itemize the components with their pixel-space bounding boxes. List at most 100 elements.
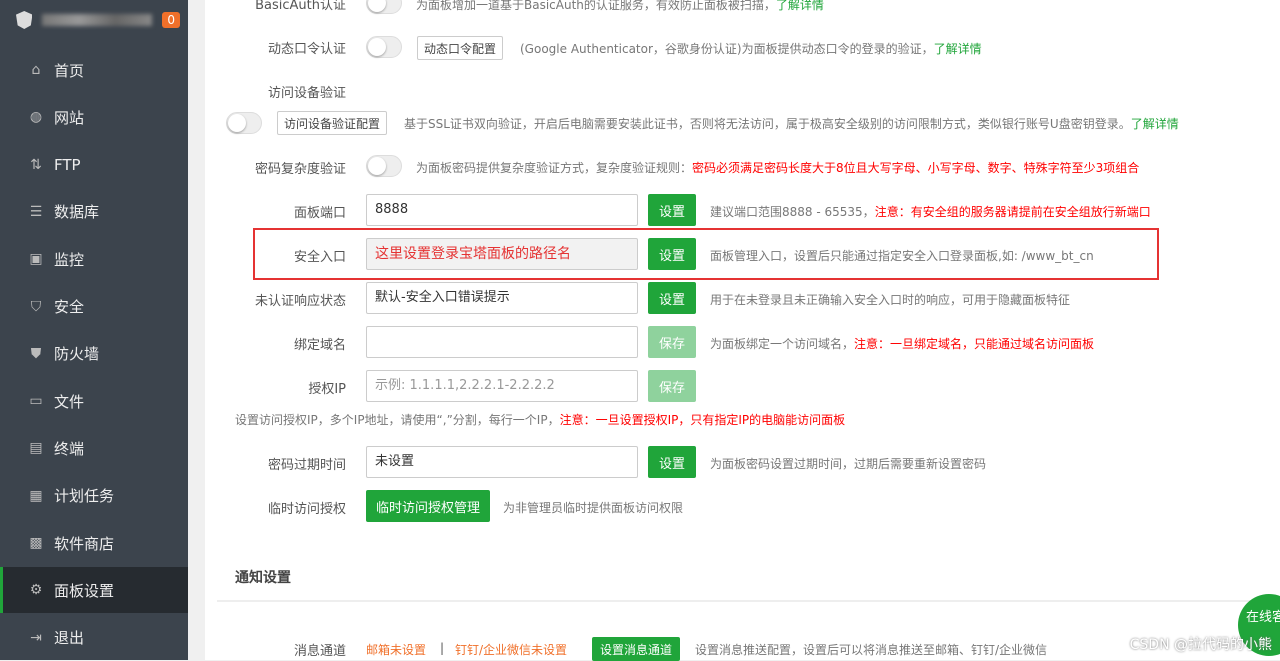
domain-save-button[interactable]: 保存 <box>648 326 696 358</box>
desc-text: 建议端口范围8888 - 65535， <box>710 205 875 219</box>
ip-save-button[interactable]: 保存 <box>648 370 696 402</box>
domain-label: 绑定域名 <box>293 338 346 353</box>
desc-text: (Google Authenticator，谷歌身份认证)为面板提供动态口令的登… <box>520 42 934 56</box>
sidebar-item-9[interactable]: ▦ 计划任务 <box>0 473 188 519</box>
temp-desc: 为非管理员临时提供面板访问权限 <box>503 501 684 515</box>
sidebar-item-label: 数据库 <box>54 203 100 222</box>
notify-desc: 设置消息推送配置，设置后可以将消息推送至邮箱、钉钉/企业微信 <box>695 643 1048 657</box>
sidebar-item-11[interactable]: ⚙ 面板设置 <box>0 567 188 614</box>
sidebar-item-1[interactable]: ◍ 网站 <box>0 94 188 140</box>
folder-icon: ▭ <box>29 393 43 410</box>
separator: | <box>440 641 445 655</box>
unauth-label: 未认证响应状态 <box>254 294 346 309</box>
notify-channel-label: 消息通道 <box>293 644 346 659</box>
expire-set-button[interactable]: 设置 <box>648 446 696 478</box>
unauth-select[interactable]: 默认-安全入口错误提示 <box>366 282 638 314</box>
email-status-link[interactable]: 邮箱未设置 <box>366 641 426 658</box>
ip-warning: 注意：一旦设置授权IP，只有指定IP的电脑能访问面板 <box>559 413 846 427</box>
device-learn-more-link[interactable]: 了解详情 <box>1131 117 1179 131</box>
sidebar-item-6[interactable]: ⛊ 防火墙 <box>0 331 188 377</box>
totp-config-button[interactable]: 动态口令配置 <box>417 36 504 60</box>
notification-badge[interactable]: 0 <box>162 12 180 28</box>
basicauth-label: BasicAuth认证 <box>255 0 346 13</box>
device-label: 访问设备验证 <box>267 86 346 101</box>
sidebar: 0 ⌂ 首页 ◍ 网站 ⇅ FTP ☰ 数据库 ▣ 监控 ⛉ 安全 ⛊ 防火墙 ▭ 文件 ▤ 终端 ▦ 计划任务 ▩ 软件… <box>0 0 188 660</box>
ip-note: 设置访问授权IP，多个IP地址，请使用“,”分割，每行一个IP，注意：一旦设置授… <box>235 411 845 428</box>
basicauth-learn-more-link[interactable]: 了解详情 <box>776 0 824 12</box>
complexity-desc: 为面板密码提供复杂度验证方式，复杂度验证规则：密码必须满足密码长度大于8位且大写… <box>416 159 1139 176</box>
device-toggle[interactable] <box>226 112 262 134</box>
temp-auth-manage-button[interactable]: 临时访问授权管理 <box>366 490 490 522</box>
set-notify-channel-button[interactable]: 设置消息通道 <box>592 637 680 661</box>
sidebar-item-label: 监控 <box>54 250 85 269</box>
sidebar-item-label: 防火墙 <box>54 345 100 364</box>
expire-input[interactable]: 未设置 <box>366 446 638 478</box>
sidebar-item-4[interactable]: ▣ 监控 <box>0 236 188 282</box>
server-name-blurred <box>42 14 153 26</box>
terminal-icon: ▤ <box>29 440 43 457</box>
section-divider <box>217 600 1280 602</box>
sidebar-item-label: 网站 <box>54 108 85 127</box>
ip-input[interactable]: 示例: 1.1.1.1,2.2.2.1-2.2.2.2 <box>366 370 638 402</box>
dingtalk-status-link[interactable]: 钉钉/企业微信未设置 <box>455 641 567 658</box>
sidebar-item-12[interactable]: ⇥ 退出 <box>0 615 188 661</box>
sidebar-item-label: 安全 <box>54 298 85 316</box>
watermark: CSDN @拉代码的小熊 <box>1129 637 1272 653</box>
gear-icon: ⚙ <box>29 582 43 599</box>
sidebar-item-10[interactable]: ▩ 软件商店 <box>0 520 188 566</box>
port-set-button[interactable]: 设置 <box>648 194 696 226</box>
sidebar-item-5[interactable]: ⛉ 安全 <box>0 284 188 330</box>
sidebar-item-8[interactable]: ▤ 终端 <box>0 425 188 471</box>
entry-input[interactable]: 这里设置登录宝塔面板的路径名 <box>366 238 638 270</box>
totp-learn-more-link[interactable]: 了解详情 <box>934 42 982 56</box>
home-icon: ⌂ <box>31 62 41 78</box>
desc-text: 为面板绑定一个访问域名， <box>710 337 855 351</box>
sidebar-item-label: 终端 <box>54 439 85 458</box>
totp-label: 动态口令认证 <box>267 42 346 57</box>
desc-text: 基于SSL证书双向验证，开启后电脑需要安装此证书，否则将无法访问，属于极高安全级… <box>404 117 1131 131</box>
apps-icon: ▩ <box>29 535 43 551</box>
logo-icon <box>16 11 33 29</box>
unauth-set-button[interactable]: 设置 <box>648 282 696 314</box>
expire-desc: 为面板密码设置过期时间，过期后需要重新设置密码 <box>710 457 987 471</box>
sidebar-header: 0 <box>0 0 188 40</box>
domain-warning: 注意：一旦绑定域名，只能通过域名访问面板 <box>854 337 1095 351</box>
complexity-warning: 密码必须满足密码长度大于8位且大写字母、小写字母、数字、特殊字符至少3项组合 <box>692 161 1140 175</box>
sidebar-item-label: 软件商店 <box>54 534 115 553</box>
globe-icon: ◍ <box>29 109 43 126</box>
sidebar-item-2[interactable]: ⇅ FTP <box>0 142 188 188</box>
sidebar-item-label: 面板设置 <box>54 581 115 600</box>
desc-text: 设置访问授权IP，多个IP地址，请使用“,”分割，每行一个IP， <box>235 413 560 427</box>
totp-toggle[interactable] <box>366 36 402 58</box>
sidebar-item-7[interactable]: ▭ 文件 <box>0 378 188 424</box>
complexity-label: 密码复杂度验证 <box>254 162 346 177</box>
sidebar-item-label: 计划任务 <box>54 487 115 506</box>
ip-label: 授权IP <box>308 382 346 397</box>
calendar-icon: ▦ <box>29 487 43 504</box>
sidebar-item-0[interactable]: ⌂ 首页 <box>0 47 188 93</box>
device-desc: 基于SSL证书双向验证，开启后电脑需要安装此证书，否则将无法访问，属于极高安全级… <box>404 115 1179 132</box>
sidebar-item-3[interactable]: ☰ 数据库 <box>0 189 188 235</box>
domain-input[interactable] <box>366 326 638 358</box>
shield-icon: ⛉ <box>30 298 42 315</box>
totp-desc: (Google Authenticator，谷歌身份认证)为面板提供动态口令的登… <box>520 40 982 57</box>
device-config-button[interactable]: 访问设备验证配置 <box>277 111 388 135</box>
complexity-toggle[interactable] <box>366 155 402 177</box>
basicauth-toggle[interactable] <box>366 0 402 14</box>
domain-desc: 为面板绑定一个访问域名，注意：一旦绑定域名，只能通过域名访问面板 <box>710 335 1094 352</box>
port-desc: 建议端口范围8888 - 65535，注意：有安全组的服务器请提前在安全组放行新… <box>710 203 1151 220</box>
settings-panel: BasicAuth认证 为面板增加一道基于BasicAuth的认证服务，有效防止… <box>205 0 1280 661</box>
monitor-icon: ▣ <box>29 251 43 268</box>
temp-label: 临时访问授权 <box>267 502 346 517</box>
port-input[interactable]: 8888 <box>366 194 638 226</box>
sidebar-item-label: 退出 <box>54 629 85 648</box>
notify-section-title: 通知设置 <box>235 570 291 586</box>
basicauth-desc: 为面板增加一道基于BasicAuth的认证服务，有效防止面板被扫描，了解详情 <box>416 0 824 13</box>
expire-label: 密码过期时间 <box>267 458 346 473</box>
logout-icon: ⇥ <box>30 629 42 646</box>
entry-set-button[interactable]: 设置 <box>648 238 696 270</box>
firewall-icon: ⛊ <box>30 345 42 362</box>
sidebar-item-label: FTP <box>54 155 81 174</box>
sidebar-item-label: 首页 <box>54 61 85 80</box>
ftp-icon: ⇅ <box>30 156 42 173</box>
